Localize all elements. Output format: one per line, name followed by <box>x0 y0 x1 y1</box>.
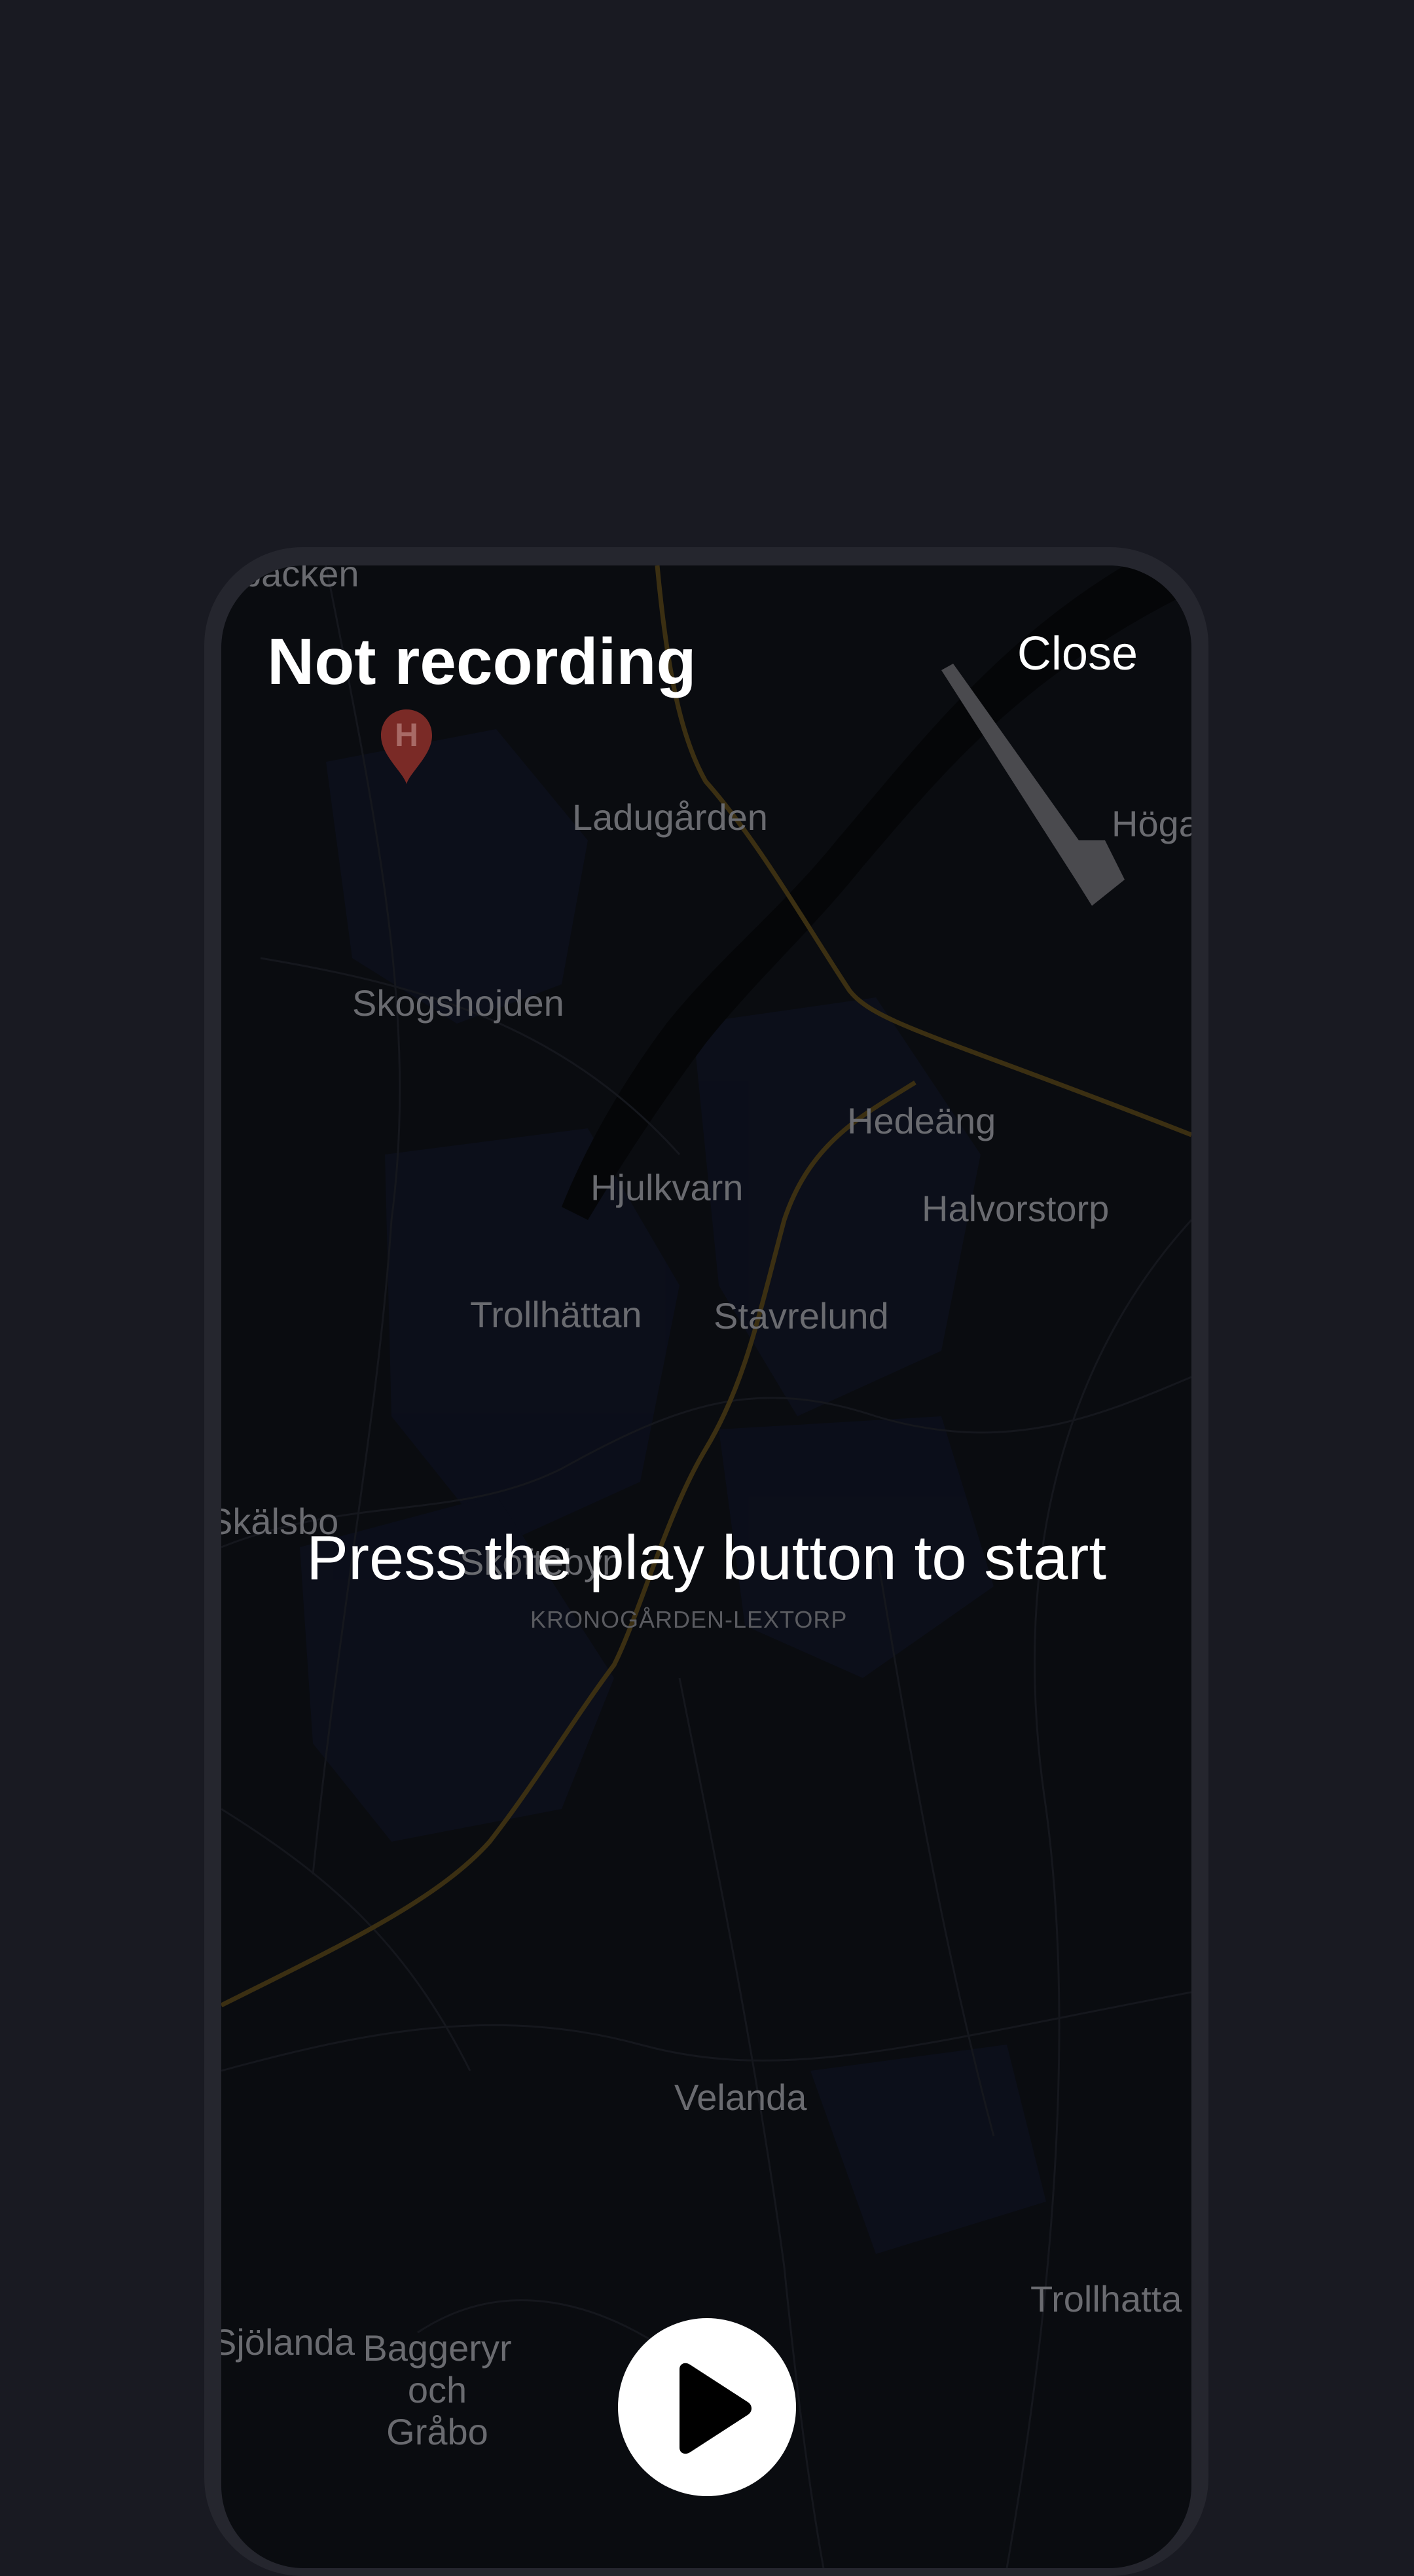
play-icon <box>680 2363 752 2454</box>
place-label: Sjölanda <box>221 2321 355 2363</box>
page-title: Not recording <box>267 625 697 698</box>
place-label: Höga <box>1112 803 1191 844</box>
place-label: Baggeryr och Gråbo <box>363 2327 512 2452</box>
place-label: Velanda <box>674 2077 807 2118</box>
place-label: backen <box>241 565 359 594</box>
place-label: Skogshojden <box>352 982 564 1024</box>
place-label: Hjulkvarn <box>590 1167 744 1208</box>
place-label: Stavrelund <box>714 1295 889 1336</box>
place-label: KRONOGÅRDEN-LEXTORP <box>530 1606 848 1633</box>
industrial-shape <box>941 664 1125 906</box>
hospital-marker-icon[interactable]: H <box>377 707 436 785</box>
place-label: Hedeäng <box>847 1100 996 1141</box>
start-hint: Press the play button to start <box>306 1523 1106 1593</box>
place-label: Trollhatta <box>1030 2278 1182 2319</box>
play-button[interactable] <box>618 2318 796 2496</box>
place-label: Ladugården <box>572 796 768 838</box>
hospital-marker-letter: H <box>395 717 418 753</box>
map-screen[interactable]: backen Ladugården Höga Skogshojden Hedeä… <box>221 565 1191 2568</box>
place-label: Trollhättan <box>470 1294 642 1335</box>
close-button[interactable]: Close <box>1017 627 1138 681</box>
place-label: Halvorstorp <box>922 1188 1110 1229</box>
